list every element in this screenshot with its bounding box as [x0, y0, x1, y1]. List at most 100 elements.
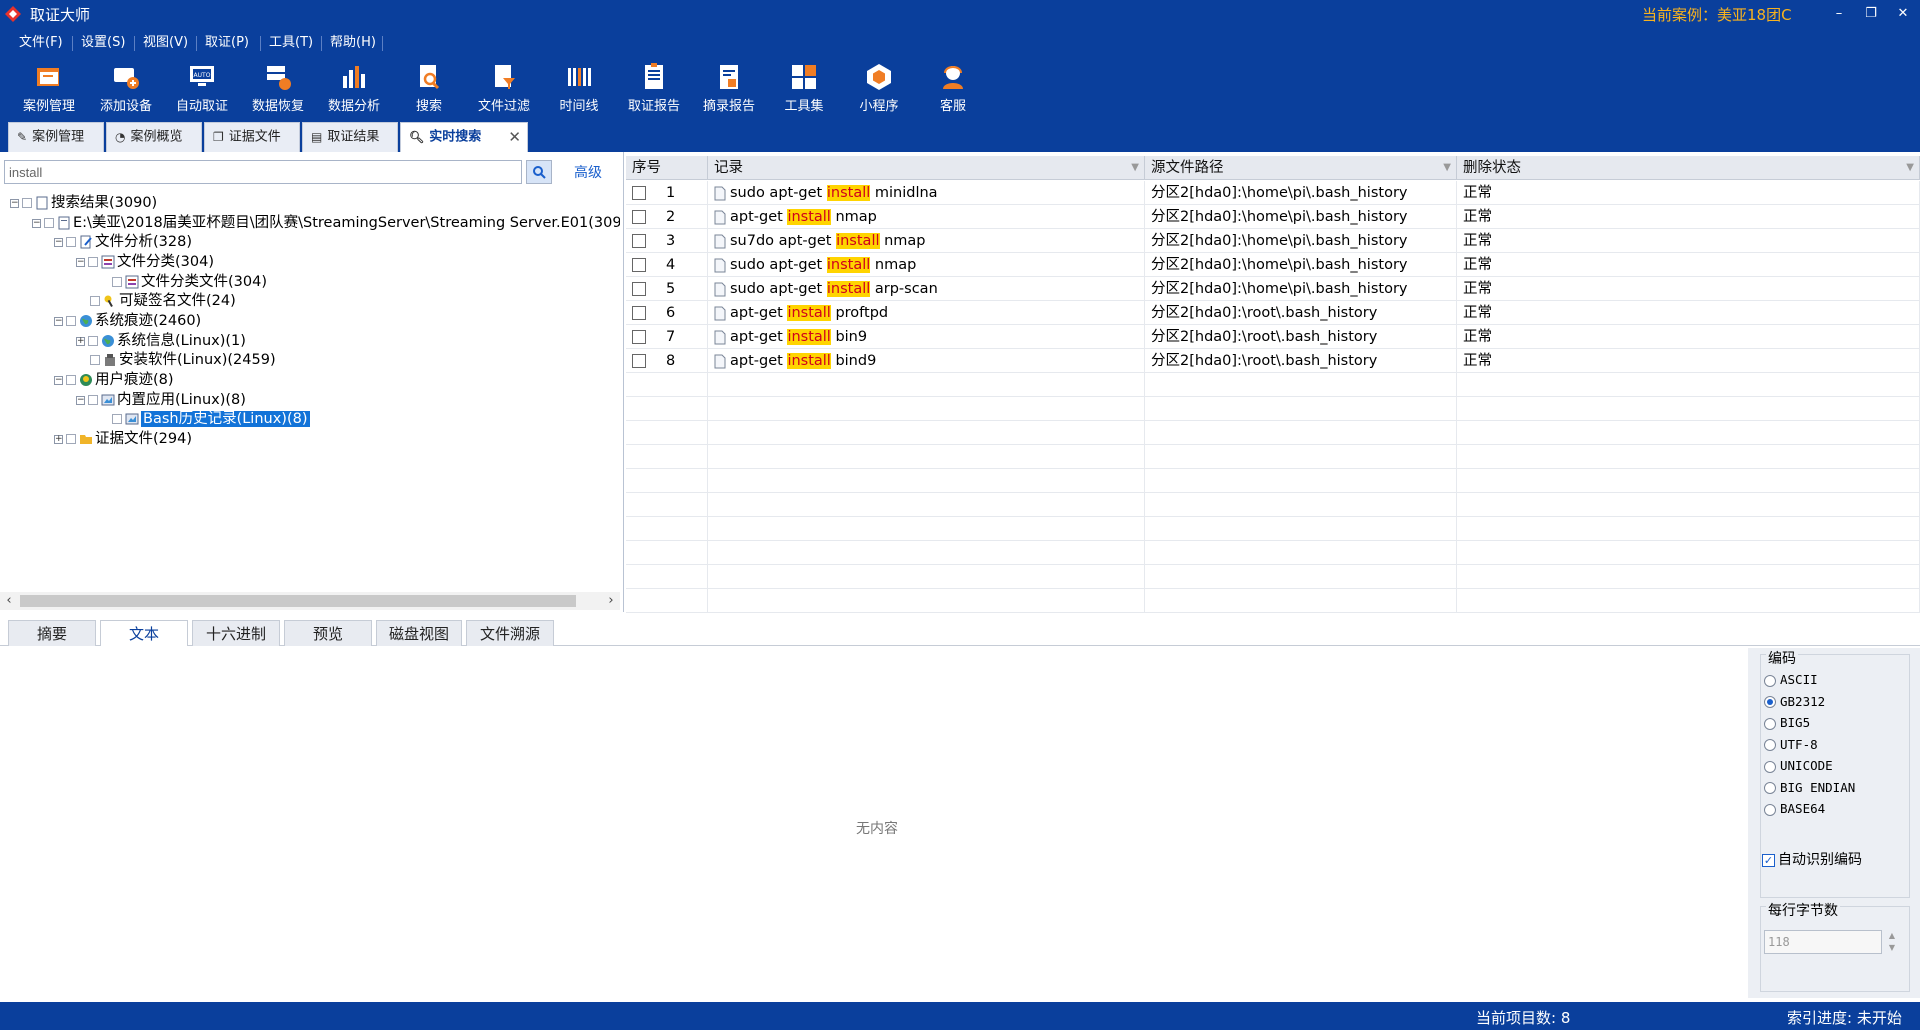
- scroll-left-icon[interactable]: ‹: [0, 592, 18, 610]
- tree-node-installed-software[interactable]: 安装软件(Linux)(2459): [90, 349, 276, 371]
- tree-node-user-traces[interactable]: − 用户痕迹(8): [54, 369, 174, 391]
- row-checkbox[interactable]: [632, 210, 646, 224]
- menu-view[interactable]: 视图(V): [138, 32, 193, 54]
- scroll-right-icon[interactable]: ›: [602, 592, 620, 610]
- tree-checkbox[interactable]: [90, 296, 100, 306]
- table-row[interactable]: 7 apt-get install bin9 分区2[hda0]:\root\.ba…: [626, 325, 1920, 349]
- collapse-icon[interactable]: −: [32, 218, 41, 228]
- tree-checkbox[interactable]: [66, 237, 76, 247]
- table-row[interactable]: 2 apt-get install nmap 分区2[hda0]:\home\pi\…: [626, 205, 1920, 229]
- toolbar-data-analysis-button[interactable]: 数据分析: [319, 62, 389, 118]
- encoding-option-base64[interactable]: BASE64: [1764, 799, 1825, 819]
- encoding-option-gb2312[interactable]: GB2312: [1764, 692, 1825, 712]
- toolbar-mini-program-button[interactable]: 小程序: [844, 62, 914, 118]
- encoding-option-utf-8[interactable]: UTF-8: [1764, 735, 1818, 755]
- menu-tools[interactable]: 工具(T): [264, 32, 318, 54]
- table-row[interactable]: 8 apt-get install bind9 分区2[hda0]:\root\.b…: [626, 349, 1920, 373]
- tree-checkbox[interactable]: [66, 434, 76, 444]
- tab-summary[interactable]: 摘要: [8, 620, 96, 646]
- tree-checkbox[interactable]: [66, 316, 76, 326]
- row-checkbox[interactable]: [632, 330, 646, 344]
- text-viewer[interactable]: 无内容: [8, 648, 1748, 998]
- tree-checkbox[interactable]: [112, 277, 122, 287]
- toolbar-add-device-button[interactable]: 添加设备: [91, 62, 161, 118]
- column-header-record[interactable]: 记录 ▼: [708, 156, 1145, 180]
- filter-icon[interactable]: ▼: [1131, 156, 1139, 180]
- tree-checkbox[interactable]: [112, 414, 122, 424]
- tree-node-suspicious-signature[interactable]: 可疑签名文件(24): [90, 290, 236, 312]
- advanced-search-link[interactable]: 高级: [574, 162, 602, 182]
- tab-hex[interactable]: 十六进制: [192, 620, 280, 646]
- bytes-per-line-spinner[interactable]: ▲ ▼: [1884, 930, 1900, 954]
- close-tab-icon[interactable]: ✕: [508, 123, 521, 151]
- close-window-button[interactable]: ✕: [1890, 2, 1916, 26]
- tab-text[interactable]: 文本: [100, 620, 188, 646]
- toolbar-customer-service-button[interactable]: 客服: [918, 62, 988, 118]
- toolbar-toolset-button[interactable]: 工具集: [769, 62, 839, 118]
- expand-icon[interactable]: +: [76, 336, 85, 346]
- toolbar-file-filter-button[interactable]: 文件过滤: [469, 62, 539, 118]
- collapse-icon[interactable]: −: [76, 395, 85, 405]
- menu-settings[interactable]: 设置(S): [76, 32, 130, 54]
- collapse-icon[interactable]: −: [54, 375, 63, 385]
- toolbar-excerpt-report-button[interactable]: 摘录报告: [694, 62, 764, 118]
- filter-icon[interactable]: ▼: [1906, 156, 1914, 180]
- toolbar-case-management-button[interactable]: 案例管理: [14, 62, 84, 118]
- tree-checkbox[interactable]: [90, 355, 100, 365]
- expand-icon[interactable]: +: [54, 434, 63, 444]
- tree-node-evidence-files[interactable]: + 证据文件(294): [54, 428, 192, 450]
- row-checkbox[interactable]: [632, 306, 646, 320]
- collapse-icon[interactable]: −: [76, 257, 85, 267]
- search-submit-button[interactable]: [526, 160, 552, 184]
- menu-forensics[interactable]: 取证(P): [200, 32, 254, 54]
- menu-help[interactable]: 帮助(H): [325, 32, 381, 54]
- auto-detect-checkbox[interactable]: ✓ 自动识别编码: [1762, 850, 1862, 870]
- column-header-delete-status[interactable]: 删除状态 ▼: [1457, 156, 1920, 180]
- restore-button[interactable]: ❐: [1858, 2, 1884, 26]
- minimize-button[interactable]: –: [1826, 2, 1852, 26]
- row-checkbox[interactable]: [632, 234, 646, 248]
- row-checkbox[interactable]: [632, 258, 646, 272]
- table-row[interactable]: 1 sudo apt-get install minidlna 分区2[hda0]:…: [626, 181, 1920, 205]
- toolbar-data-recovery-button[interactable]: 数据恢复: [243, 62, 313, 118]
- tab-preview[interactable]: 预览: [284, 620, 372, 646]
- spin-down-icon[interactable]: ▼: [1889, 943, 1895, 952]
- tab-realtime-search[interactable]: 🔍︎ 实时搜索 ✕: [400, 122, 528, 152]
- filter-icon[interactable]: ▼: [1443, 156, 1451, 180]
- collapse-icon[interactable]: −: [54, 237, 63, 247]
- tab-disk-view[interactable]: 磁盘视图: [376, 620, 462, 646]
- table-row[interactable]: 3 su7do apt-get install nmap 分区2[hda0]:\ho…: [626, 229, 1920, 253]
- tree-node-search-results[interactable]: − 搜索结果(3090): [10, 192, 157, 214]
- column-header-index[interactable]: 序号: [626, 156, 708, 180]
- toolbar-forensics-report-button[interactable]: 取证报告: [619, 62, 689, 118]
- tree-checkbox[interactable]: [88, 395, 98, 405]
- tree-node-file-classification[interactable]: − 文件分类(304): [76, 251, 214, 273]
- encoding-option-ascii[interactable]: ASCII: [1764, 670, 1818, 690]
- column-header-source-path[interactable]: 源文件路径 ▼: [1145, 156, 1457, 180]
- toolbar-search-button[interactable]: 搜索: [394, 62, 464, 118]
- tab-file-trace[interactable]: 文件溯源: [466, 620, 554, 646]
- tree-node-system-traces[interactable]: − 系统痕迹(2460): [54, 310, 201, 332]
- tree-checkbox[interactable]: [66, 375, 76, 385]
- collapse-icon[interactable]: −: [54, 316, 63, 326]
- table-row[interactable]: 4 sudo apt-get install nmap 分区2[hda0]:\hom…: [626, 253, 1920, 277]
- tab-case-management[interactable]: ✎ 案例管理: [8, 122, 104, 152]
- tree-node-file-analysis[interactable]: − 文件分析(328): [54, 231, 192, 253]
- tree-checkbox[interactable]: [88, 257, 98, 267]
- row-checkbox[interactable]: [632, 186, 646, 200]
- toolbar-auto-forensics-button[interactable]: AUTO 自动取证: [167, 62, 237, 118]
- collapse-icon[interactable]: −: [10, 198, 19, 208]
- encoding-option-unicode[interactable]: UNICODE: [1764, 756, 1833, 776]
- bytes-per-line-input[interactable]: 118: [1764, 930, 1882, 954]
- menu-file[interactable]: 文件(F): [14, 32, 68, 54]
- table-row[interactable]: 6 apt-get install proftpd 分区2[hda0]:\root\…: [626, 301, 1920, 325]
- tab-forensics-results[interactable]: ▤ 取证结果: [302, 122, 398, 152]
- tree-node-bash-history[interactable]: Bash历史记录(Linux)(8): [112, 408, 310, 430]
- encoding-option-big-endian[interactable]: BIG ENDIAN: [1764, 778, 1855, 798]
- toolbar-timeline-button[interactable]: 时间线: [544, 62, 614, 118]
- tab-case-overview[interactable]: ◔ 案例概览: [106, 122, 202, 152]
- scrollbar-thumb[interactable]: [20, 595, 576, 607]
- encoding-option-big5[interactable]: BIG5: [1764, 713, 1810, 733]
- row-checkbox[interactable]: [632, 282, 646, 296]
- tree-horizontal-scrollbar[interactable]: ‹ ›: [0, 592, 620, 610]
